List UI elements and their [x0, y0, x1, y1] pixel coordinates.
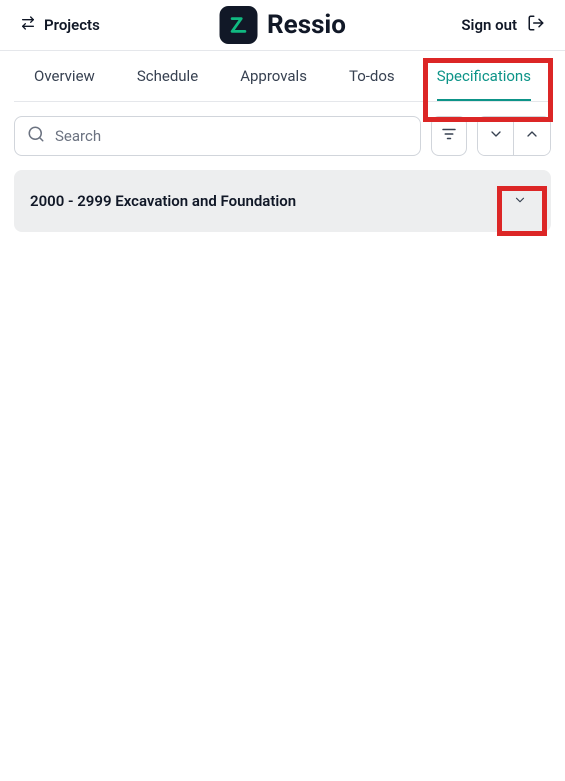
tab-todos[interactable]: To-dos — [349, 51, 395, 101]
section-expand-button[interactable] — [505, 186, 535, 216]
chevron-down-icon — [513, 192, 527, 211]
tab-overview[interactable]: Overview — [34, 51, 95, 101]
expand-all-button[interactable] — [478, 117, 514, 155]
swap-icon — [20, 15, 36, 35]
logo-icon — [219, 6, 257, 44]
signout-link[interactable]: Sign out — [461, 14, 545, 36]
collapse-all-button[interactable] — [514, 117, 550, 155]
projects-label: Projects — [44, 16, 100, 34]
chevron-down-icon — [488, 126, 504, 146]
tab-schedule[interactable]: Schedule — [137, 51, 198, 101]
signout-icon — [527, 14, 545, 36]
spec-section-row[interactable]: 2000 - 2999 Excavation and Foundation — [14, 170, 551, 232]
search-input[interactable] — [55, 127, 408, 145]
signout-label: Sign out — [461, 16, 517, 34]
search-field[interactable] — [14, 116, 421, 156]
chevron-up-icon — [524, 126, 540, 146]
tabs-nav: Overview Schedule Approvals To-dos Speci… — [14, 51, 551, 102]
section-title: 2000 - 2999 Excavation and Foundation — [30, 192, 296, 210]
brand-logo[interactable]: Ressio — [219, 6, 346, 44]
tab-specifications[interactable]: Specifications — [437, 51, 531, 101]
tab-approvals[interactable]: Approvals — [240, 51, 307, 101]
expand-collapse-group — [477, 116, 551, 156]
brand-name: Ressio — [267, 10, 346, 40]
toolbar — [0, 102, 565, 170]
search-icon — [27, 125, 45, 147]
projects-link[interactable]: Projects — [20, 15, 100, 35]
filter-icon — [440, 125, 458, 147]
filter-button[interactable] — [431, 116, 467, 156]
